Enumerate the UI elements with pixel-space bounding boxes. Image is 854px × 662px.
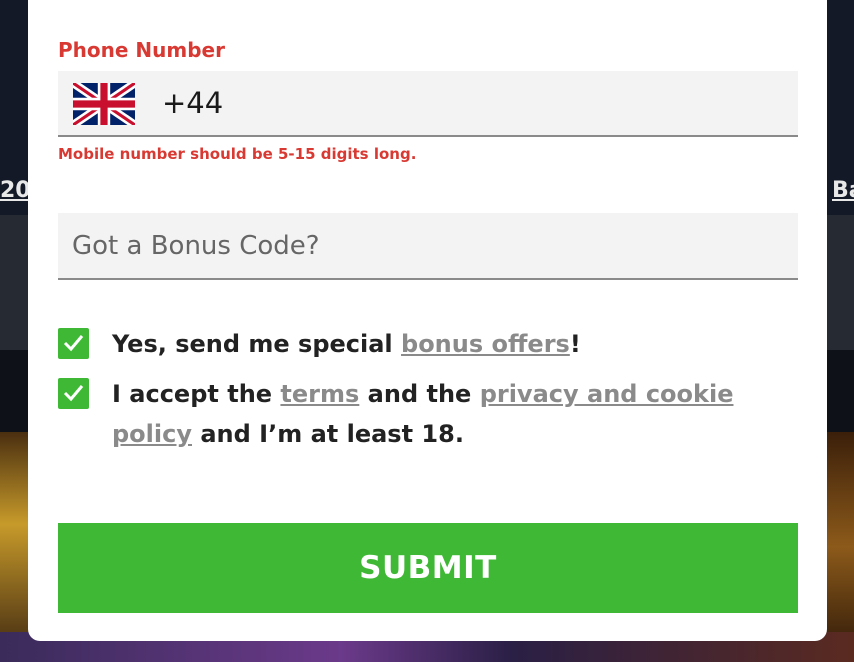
terms-suffix: and I’m at least 18. [192,420,464,448]
terms-middle: and the [359,380,480,408]
dial-code: +44 [162,86,224,120]
checkmark-icon [63,335,84,352]
game-tile-left [0,432,30,662]
uk-flag-icon[interactable] [73,83,135,125]
game-tile-right [826,432,854,662]
background-link-right: Ba [832,178,854,203]
bonus-offers-suffix: ! [569,330,581,358]
submit-button[interactable]: SUBMIT [58,523,798,613]
phone-number-field[interactable]: +44 [58,71,798,137]
terms-checkbox[interactable] [58,378,89,409]
bonus-offers-text: Yes, send me special bonus offers! [112,324,812,364]
bonus-offers-checkbox[interactable] [58,328,89,359]
terms-link[interactable]: terms [280,380,359,408]
checkmark-icon [63,385,84,402]
background-link-left: 20 [0,178,31,203]
terms-text: I accept the terms and the privacy and c… [112,374,812,454]
registration-modal: Phone Number +44 Mobile number should be… [28,0,827,641]
bonus-offers-link[interactable]: bonus offers [401,330,570,358]
phone-error-message: Mobile number should be 5-15 digits long… [58,145,417,163]
bonus-offers-prefix: Yes, send me special [112,330,402,358]
phone-number-label: Phone Number [58,38,225,62]
terms-prefix: I accept the [112,380,281,408]
bonus-code-input[interactable] [58,213,798,280]
